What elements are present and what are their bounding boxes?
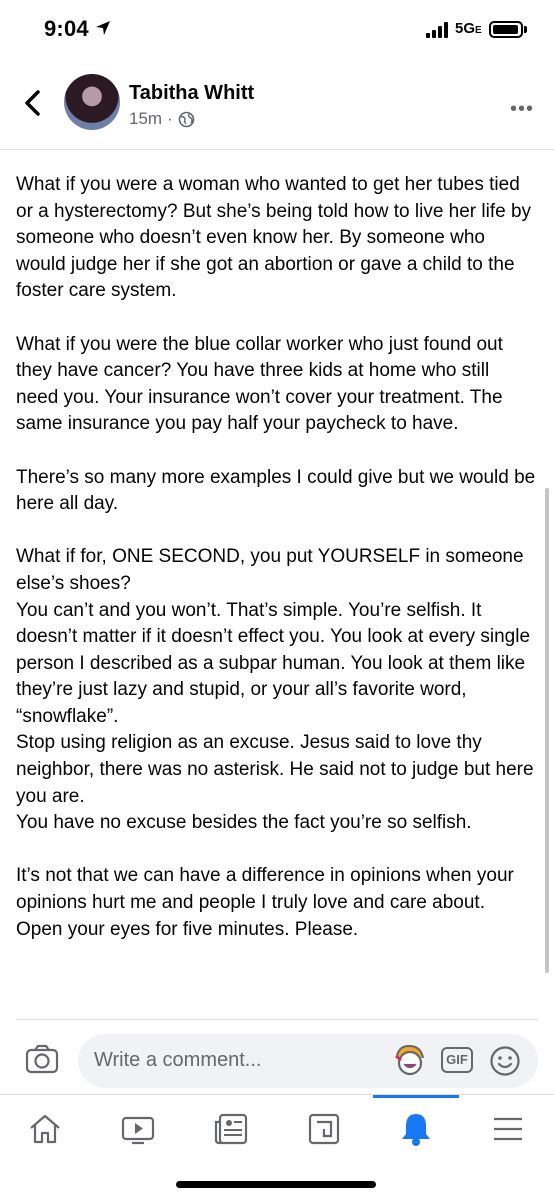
status-bar: 9:04 5GE bbox=[0, 0, 554, 64]
groups-icon bbox=[308, 1113, 340, 1145]
avatar[interactable] bbox=[64, 74, 120, 130]
post-meta: 15m · bbox=[129, 109, 195, 129]
divider bbox=[16, 1019, 538, 1020]
meta-separator: · bbox=[167, 109, 173, 128]
emoji-icon[interactable] bbox=[489, 1045, 521, 1077]
hamburger-icon bbox=[494, 1117, 522, 1141]
post-paragraph: What if for, ONE SECOND, you put YOURSEL… bbox=[16, 546, 534, 834]
post-header: Tabitha Whitt 15m · ••• bbox=[0, 64, 554, 150]
more-options-icon[interactable]: ••• bbox=[510, 98, 534, 121]
home-icon bbox=[30, 1114, 60, 1144]
scrollbar[interactable] bbox=[545, 488, 549, 973]
avatar-sticker-icon[interactable] bbox=[391, 1044, 427, 1078]
news-feed-icon bbox=[214, 1113, 248, 1145]
post-paragraph: What if you were the blue collar worker … bbox=[16, 333, 503, 435]
back-chevron-icon[interactable] bbox=[20, 88, 46, 118]
comment-input[interactable]: Write a comment... GIF bbox=[78, 1034, 538, 1088]
location-arrow-icon bbox=[96, 21, 110, 35]
tab-menu[interactable] bbox=[488, 1109, 528, 1149]
tab-watch[interactable] bbox=[118, 1109, 158, 1149]
post-time[interactable]: 15m bbox=[129, 109, 162, 129]
camera-icon[interactable] bbox=[25, 1044, 59, 1074]
battery-tip bbox=[524, 26, 527, 33]
bell-icon bbox=[402, 1114, 430, 1146]
signal-icon bbox=[426, 22, 448, 38]
tab-news[interactable] bbox=[211, 1109, 251, 1149]
video-icon bbox=[121, 1116, 155, 1145]
post-paragraph: What if you were a woman who wanted to g… bbox=[16, 174, 532, 302]
globe-icon bbox=[178, 111, 195, 127]
battery-icon bbox=[489, 21, 523, 38]
active-tab-indicator bbox=[373, 1095, 459, 1098]
status-time: 9:04 bbox=[44, 16, 89, 41]
author-name[interactable]: Tabitha Whitt bbox=[129, 82, 254, 105]
home-indicator bbox=[176, 1181, 376, 1188]
tab-notifications[interactable] bbox=[396, 1109, 436, 1149]
network-label: 5GE bbox=[455, 20, 482, 37]
gif-button[interactable]: GIF bbox=[441, 1047, 473, 1073]
tab-home[interactable] bbox=[25, 1109, 65, 1149]
tab-groups[interactable] bbox=[304, 1109, 344, 1149]
comment-placeholder: Write a comment... bbox=[94, 1049, 262, 1071]
post-paragraph: There’s so many more examples I could gi… bbox=[16, 466, 536, 515]
post-body: What if you were a woman who wanted to g… bbox=[16, 172, 536, 943]
post-paragraph: It’s not that we can have a difference i… bbox=[16, 865, 514, 940]
